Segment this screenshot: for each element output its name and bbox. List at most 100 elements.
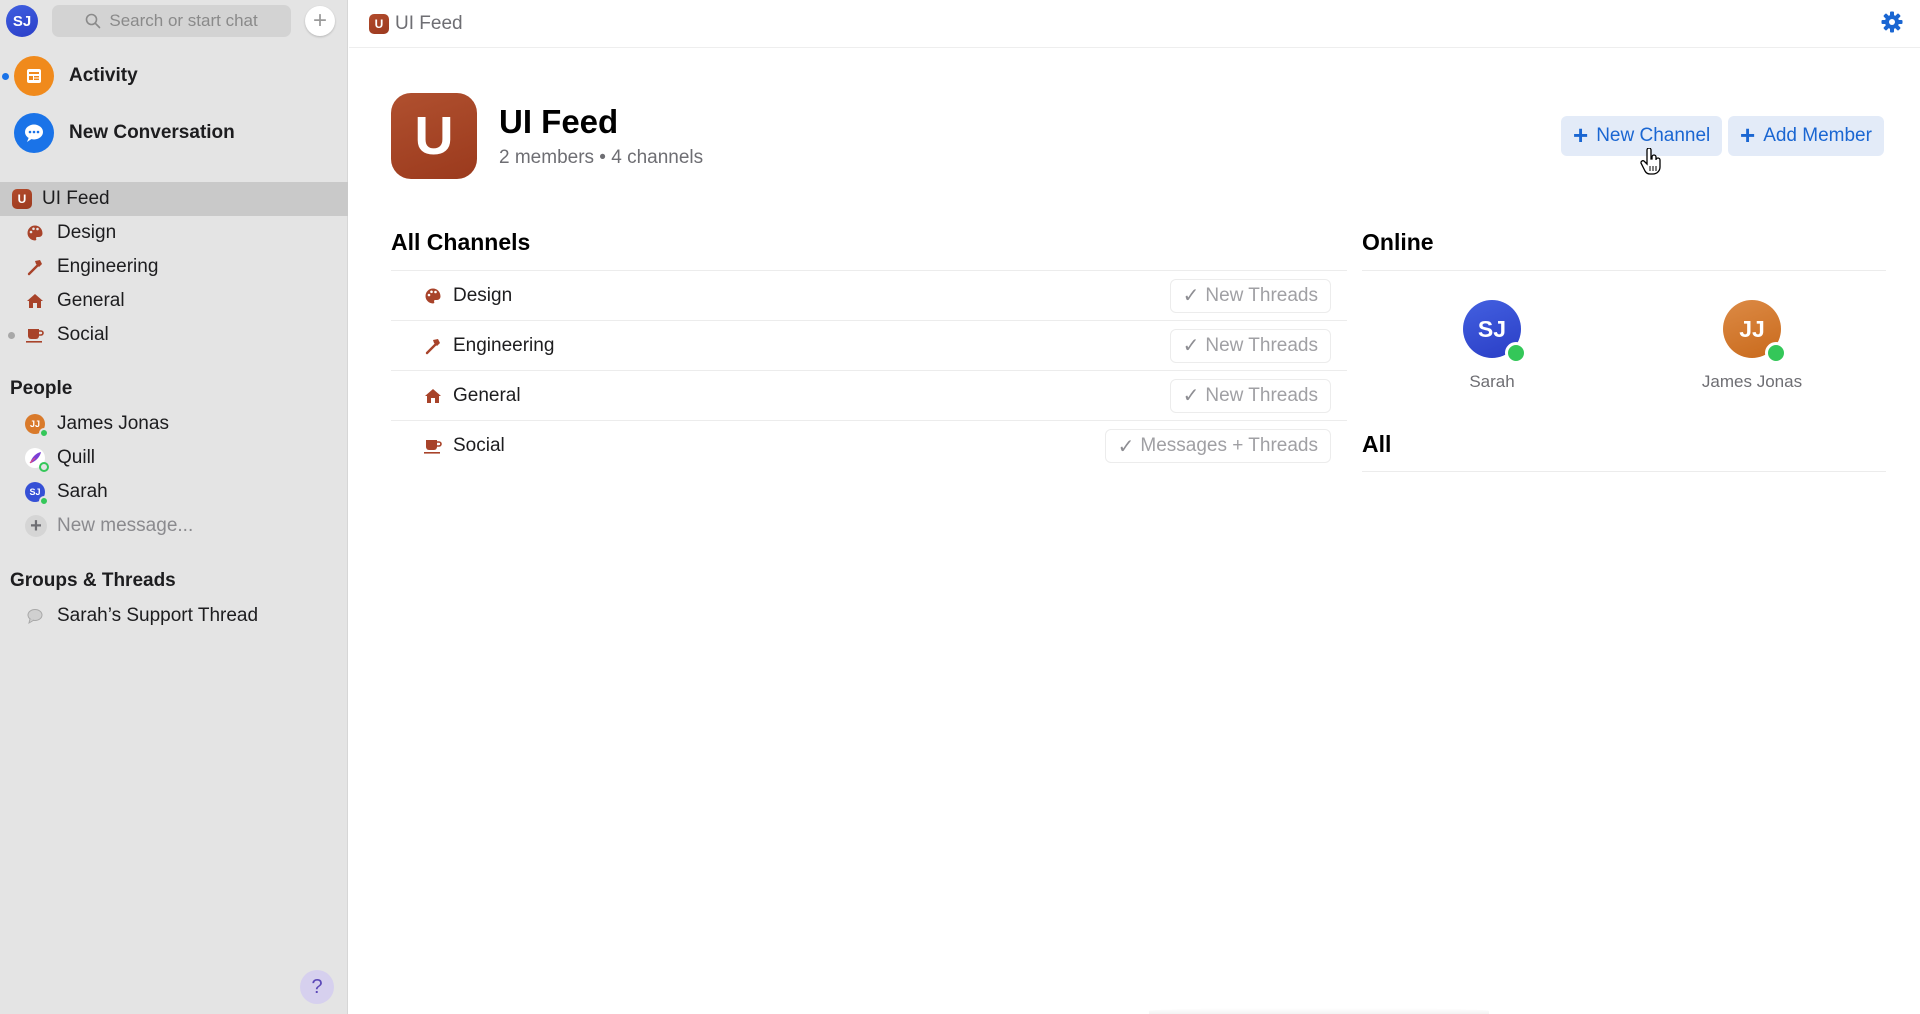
avatar: SJ [1463, 300, 1527, 364]
workspace-badge-icon: U [12, 189, 32, 209]
sidebar-item-new-conversation[interactable]: New Conversation [0, 109, 348, 157]
sidebar-item-engineering[interactable]: Engineering [0, 250, 348, 284]
new-message-button[interactable]: + New message... [0, 509, 348, 543]
workspace-logo: U [391, 93, 477, 179]
page-title: UI Feed [499, 103, 619, 140]
checkmark-icon: ✓ [1182, 335, 1200, 357]
notification-setting-button[interactable]: ✓ New Threads [1169, 378, 1331, 413]
speech-bubble-icon [25, 606, 45, 626]
channel-row-engineering[interactable]: Engineering ✓ New Threads [391, 321, 1347, 371]
channel-row-social[interactable]: Social ✓ Messages + Threads [391, 421, 1347, 471]
divider [1362, 270, 1886, 271]
notification-label: New Threads [1205, 384, 1318, 406]
unread-indicator [2, 72, 9, 80]
avatar-initials: SJ [29, 487, 41, 497]
house-icon [25, 291, 45, 311]
sidebar-person-sarah[interactable]: SJ Sarah [0, 475, 348, 509]
online-status-indicator [39, 496, 49, 506]
sidebar-item-design[interactable]: Design [0, 216, 348, 250]
hammer-icon [25, 257, 45, 277]
palette-icon [25, 223, 45, 243]
newspaper-icon [14, 56, 54, 96]
all-channels-heading: All Channels [391, 229, 531, 255]
divider [1362, 471, 1886, 472]
hammer-icon [423, 336, 443, 356]
add-member-label: Add Member [1763, 125, 1872, 146]
sidebar: SJ Search or start chat + Activity New C… [0, 0, 348, 1014]
plus-icon: + [313, 7, 328, 34]
channel-name: Social [453, 435, 505, 456]
person-name: Quill [57, 447, 96, 468]
sidebar-thread-item[interactable]: Sarah’s Support Thread [0, 599, 348, 633]
avatar [25, 448, 49, 472]
plus-icon: + [1740, 119, 1756, 150]
sidebar-item-activity[interactable]: Activity [0, 52, 348, 100]
workspace-label: UI Feed [42, 188, 110, 209]
search-icon [86, 13, 101, 29]
online-status-indicator [1765, 342, 1787, 364]
chat-bubble-icon [14, 113, 54, 153]
new-channel-label: New Channel [1596, 125, 1711, 146]
notification-setting-button[interactable]: ✓ New Threads [1169, 328, 1331, 363]
workspace-badge-icon: U [369, 13, 389, 34]
search-input[interactable]: Search or start chat [52, 5, 292, 37]
channel-name: Engineering [453, 334, 555, 356]
checkmark-icon: ✓ [1117, 435, 1135, 458]
avatar: JJ [1723, 300, 1787, 364]
avatar: SJ [25, 482, 49, 506]
main-panel: U UI Feed U UI Feed 2 members • 4 channe… [349, 0, 1920, 1014]
person-name: James Jonas [57, 413, 169, 434]
hand-cursor-icon [1640, 148, 1661, 175]
notification-setting-button[interactable]: ✓ New Threads [1169, 278, 1331, 313]
online-member-sarah[interactable]: SJ Sarah [1412, 300, 1572, 392]
workspace-stats: 2 members • 4 channels [499, 147, 704, 168]
self-avatar[interactable]: SJ [6, 5, 38, 37]
avatar-initials: JJ [1739, 315, 1765, 342]
add-member-button[interactable]: + Add Member [1728, 116, 1884, 156]
workspace-header: U UI Feed 2 members • 4 channels [391, 93, 703, 179]
sidebar-item-social[interactable]: Social [0, 318, 348, 352]
notification-label: Messages + Threads [1140, 435, 1318, 456]
coffee-cup-icon [423, 436, 443, 456]
online-heading: Online [1362, 229, 1434, 255]
plus-icon: + [1573, 119, 1589, 150]
channel-label: Social [57, 324, 109, 345]
unread-indicator [8, 331, 15, 339]
people-heading: People [10, 378, 73, 399]
avatar-initials: SJ [1477, 315, 1507, 342]
notification-label: New Threads [1205, 284, 1318, 306]
channel-label: Design [57, 222, 117, 243]
online-member-james-jonas[interactable]: JJ James Jonas [1672, 300, 1832, 392]
compose-button[interactable]: + [305, 6, 335, 36]
channel-label: Engineering [57, 256, 159, 277]
sidebar-top-row: SJ Search or start chat + [6, 4, 335, 38]
search-placeholder: Search or start chat [109, 11, 258, 30]
person-name: Sarah [57, 481, 108, 502]
topbar-title: UI Feed [395, 12, 463, 34]
coffee-cup-icon [25, 325, 45, 345]
channel-row-design[interactable]: Design ✓ New Threads [391, 271, 1347, 321]
sidebar-person-quill[interactable]: Quill [0, 441, 348, 475]
bottom-shadow [1149, 1008, 1489, 1014]
thread-label: Sarah’s Support Thread [57, 605, 259, 626]
online-status-indicator [39, 428, 49, 438]
gear-icon[interactable] [1880, 10, 1904, 34]
sidebar-item-general[interactable]: General [0, 284, 348, 318]
checkmark-icon: ✓ [1182, 385, 1200, 407]
palette-icon [423, 286, 443, 306]
question-mark-icon: ? [311, 975, 323, 998]
away-status-indicator [39, 462, 49, 472]
activity-label: Activity [69, 65, 138, 86]
new-conversation-label: New Conversation [69, 122, 235, 143]
help-button[interactable]: ? [300, 970, 334, 1004]
channel-name: General [453, 384, 521, 406]
notification-setting-button[interactable]: ✓ Messages + Threads [1104, 429, 1331, 463]
member-name: Sarah [1469, 372, 1515, 391]
channel-name: Design [453, 284, 513, 306]
checkmark-icon: ✓ [1182, 285, 1200, 307]
sidebar-person-james-jonas[interactable]: JJ James Jonas [0, 407, 348, 441]
house-icon [423, 386, 443, 406]
new-message-label: New message... [57, 515, 194, 536]
channel-row-general[interactable]: General ✓ New Threads [391, 371, 1347, 421]
sidebar-item-ui-feed[interactable]: U UI Feed [0, 182, 348, 216]
